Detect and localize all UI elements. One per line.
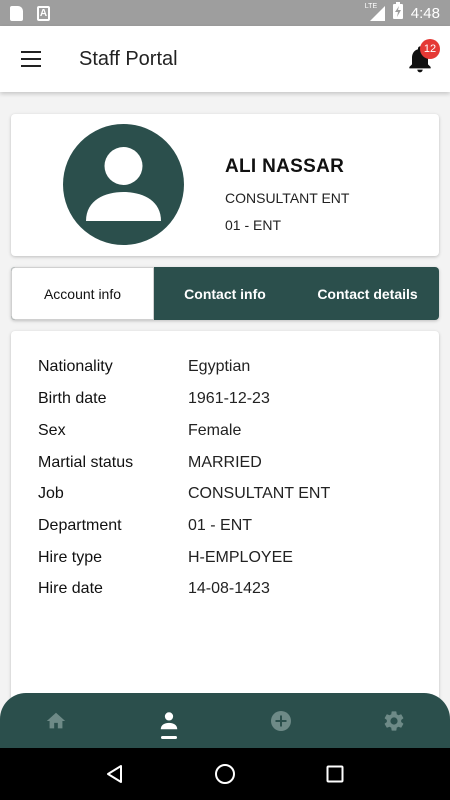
battery-charging-icon [392, 2, 403, 24]
profile-name: ALI NASSAR [225, 156, 345, 177]
nav-add[interactable] [225, 693, 338, 748]
profile-job-title: CONSULTANT ENT [225, 190, 350, 206]
info-value: CONSULTANT ENT [188, 485, 331, 502]
info-row-marital-status: Martial status MARRIED [38, 454, 262, 472]
signal-icon: LTE [365, 3, 385, 21]
hamburger-menu-icon [21, 51, 41, 67]
info-value: 1961-12-23 [188, 390, 270, 407]
info-label: Job [38, 485, 64, 502]
status-time: 4:48 [410, 4, 440, 22]
info-label: Hire date [38, 580, 103, 597]
info-value: MARRIED [188, 454, 262, 471]
profile-department: 01 - ENT [225, 217, 282, 233]
profile-icon [160, 711, 177, 729]
person-icon [86, 147, 161, 221]
info-row-nationality: Nationality Egyptian [38, 358, 250, 376]
info-label: Hire type [38, 549, 103, 566]
notifications-button[interactable]: 12 [404, 39, 440, 75]
page-title: Staff Portal [79, 47, 178, 70]
info-row-birth-date: Birth date 1961-12-23 [38, 390, 270, 408]
settings-icon [384, 710, 404, 731]
add-circle-icon [271, 710, 292, 731]
active-indicator [160, 736, 177, 739]
info-row-sex: Sex Female [38, 422, 241, 440]
recents-square-icon [326, 765, 344, 783]
nav-home[interactable] [0, 693, 113, 748]
menu-button[interactable] [0, 26, 62, 92]
bottom-navigation [0, 693, 450, 748]
sd-card-icon [10, 5, 23, 21]
nav-settings[interactable] [338, 693, 450, 748]
system-back-button[interactable] [95, 754, 135, 794]
info-label: Martial status [38, 454, 134, 471]
info-row-job: Job CONSULTANT ENT [38, 485, 330, 503]
nav-profile[interactable] [113, 693, 226, 748]
status-bar: A LTE 4:48 [0, 0, 450, 26]
info-value: Egyptian [188, 358, 251, 375]
info-row-hire-type: Hire type H-EMPLOYEE [38, 549, 293, 567]
notification-badge: 12 [420, 39, 440, 59]
info-value: Female [188, 422, 242, 439]
info-value: H-EMPLOYEE [188, 549, 293, 566]
tab-account-info[interactable]: Account info [11, 267, 154, 320]
account-info-card: Nationality Egyptian Birth date 1961-12-… [11, 331, 439, 711]
info-row-department: Department 01 - ENT [38, 517, 252, 535]
system-home-button[interactable] [205, 754, 245, 794]
font-a-icon: A [37, 5, 50, 21]
profile-card: ALI NASSAR CONSULTANT ENT 01 - ENT [11, 114, 439, 256]
info-label: Sex [38, 422, 66, 439]
app-bar: Staff Portal 12 [0, 26, 450, 92]
system-navigation-bar [0, 748, 450, 800]
info-label: Birth date [38, 390, 107, 407]
info-value: 14-08-1423 [188, 580, 270, 597]
info-label: Department [38, 517, 122, 534]
system-recents-button[interactable] [315, 754, 355, 794]
info-label: Nationality [38, 358, 113, 375]
info-row-hire-date: Hire date 14-08-1423 [38, 580, 270, 598]
profile-tabs: Account info Contact info Contact detail… [11, 267, 439, 320]
back-triangle-icon [107, 765, 122, 783]
info-value: 01 - ENT [188, 517, 253, 534]
home-circle-icon [215, 764, 235, 784]
home-icon [47, 712, 66, 728]
tab-contact-info[interactable]: Contact info [154, 267, 296, 320]
tab-contact-details[interactable]: Contact details [296, 267, 439, 320]
avatar [63, 124, 184, 245]
